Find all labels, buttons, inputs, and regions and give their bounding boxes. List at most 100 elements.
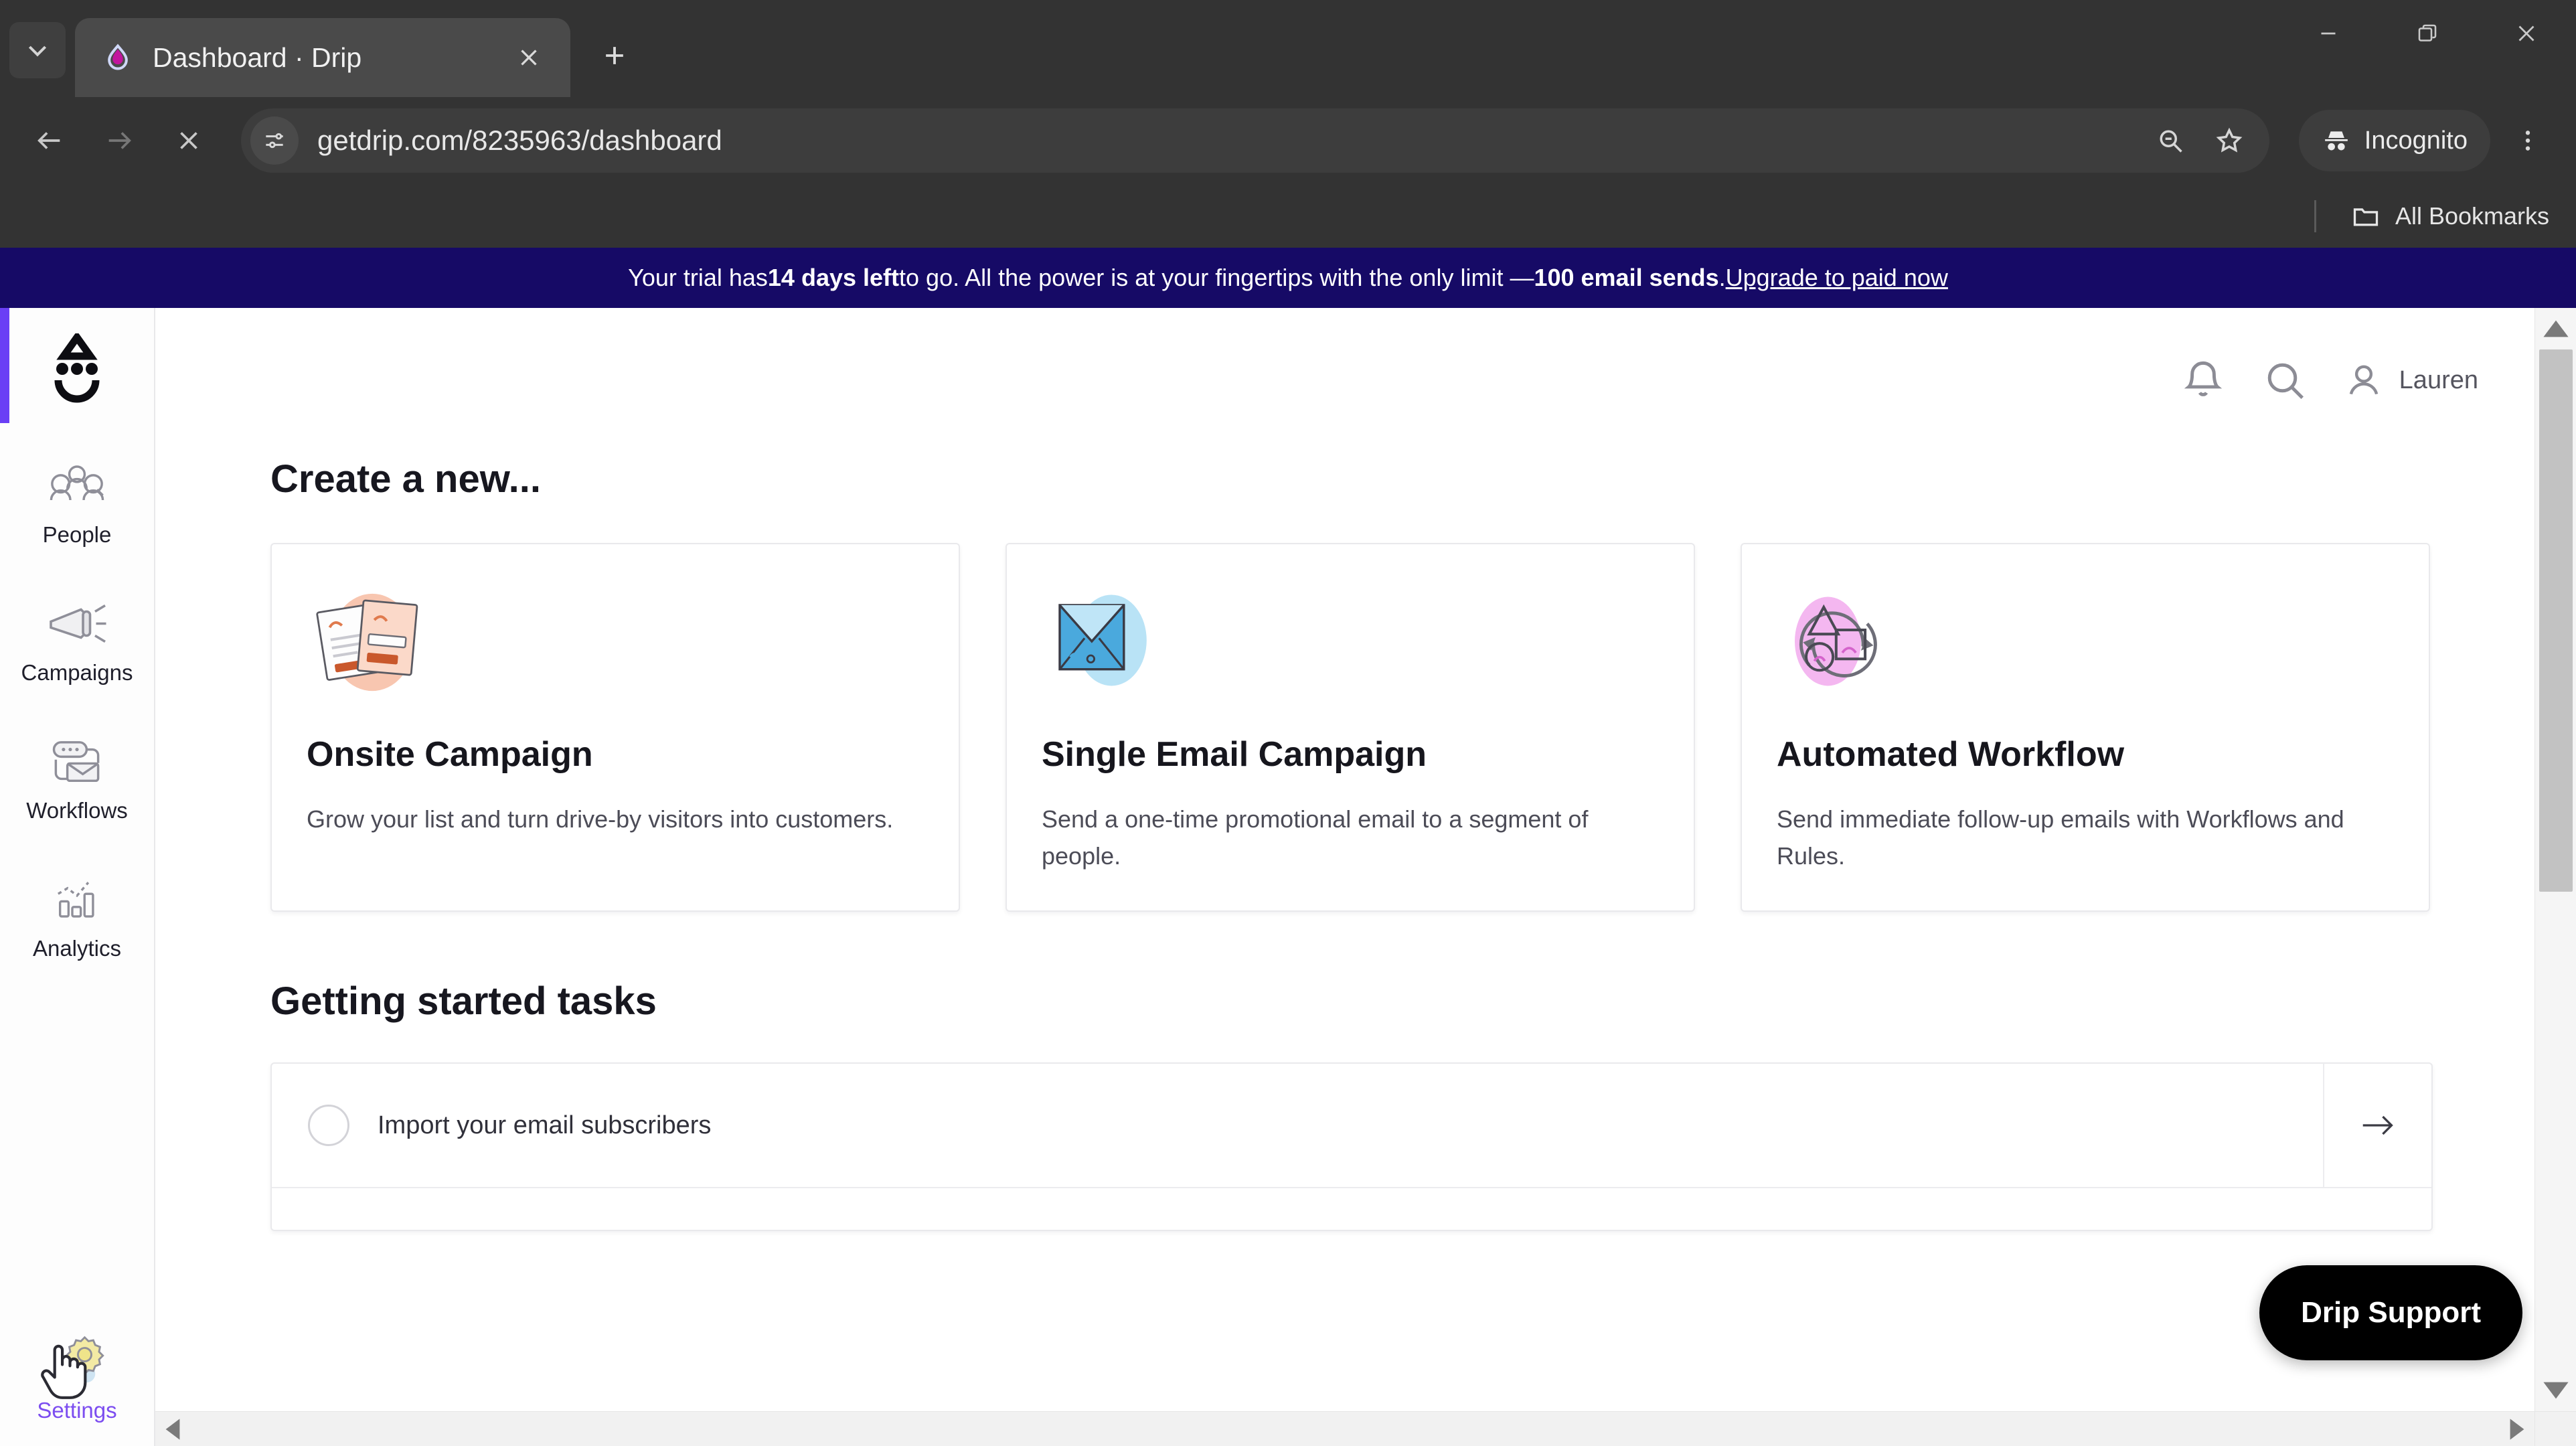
bookmarks-bar: All Bookmarks bbox=[0, 184, 2576, 248]
card-single-email-campaign[interactable]: Single Email Campaign Send a one-time pr… bbox=[1005, 543, 1695, 912]
all-bookmarks-button[interactable]: All Bookmarks bbox=[2351, 202, 2549, 231]
bell-icon bbox=[2184, 361, 2222, 396]
scrollbar-corner bbox=[2534, 1411, 2576, 1446]
folder-icon bbox=[2353, 208, 2379, 226]
bookmark-button[interactable] bbox=[2200, 111, 2259, 170]
incognito-hat-icon bbox=[2324, 131, 2348, 151]
sidebar: People Campaigns Workflows Analytics Set… bbox=[0, 308, 155, 1446]
close-icon bbox=[521, 50, 537, 66]
page-title: Create a new... bbox=[270, 457, 542, 501]
forward-button[interactable] bbox=[87, 108, 151, 173]
sidebar-item-workflows[interactable]: Workflows bbox=[0, 724, 155, 831]
card-title: Automated Workflow bbox=[1777, 735, 2125, 774]
scroll-down-button[interactable] bbox=[2535, 1370, 2576, 1411]
window-close-button[interactable] bbox=[2477, 0, 2576, 67]
account-menu[interactable]: Lauren bbox=[2343, 359, 2478, 401]
task-row[interactable]: Import your email subscribers bbox=[272, 1063, 2431, 1189]
sidebar-item-analytics[interactable]: Analytics bbox=[0, 862, 155, 969]
notifications-button[interactable] bbox=[2180, 357, 2227, 404]
card-title: Single Email Campaign bbox=[1042, 735, 1427, 774]
card-automated-workflow[interactable]: Automated Workflow Send immediate follow… bbox=[1741, 543, 2430, 912]
caret-up-icon bbox=[2543, 320, 2569, 337]
trial-days-left: 14 days left bbox=[767, 264, 900, 291]
omnibox-actions bbox=[2141, 111, 2259, 170]
task-row-partial[interactable] bbox=[272, 1188, 2431, 1230]
back-button[interactable] bbox=[17, 108, 82, 173]
tasks-heading: Getting started tasks bbox=[270, 979, 657, 1024]
close-icon bbox=[180, 132, 197, 149]
dashboard-page: Create a new... Onsite Campaign Grow you… bbox=[155, 457, 2534, 1232]
chevron-down-icon bbox=[28, 46, 47, 57]
drip-app: People Campaigns Workflows Analytics Set… bbox=[0, 308, 2576, 1446]
search-minus-icon bbox=[2160, 130, 2182, 153]
card-description: Send immediate follow-up emails with Wor… bbox=[1777, 805, 2344, 870]
minimize-button[interactable] bbox=[2279, 0, 2378, 67]
single-email-icon bbox=[1042, 584, 1169, 698]
star-icon bbox=[2216, 127, 2243, 153]
task-label: Import your email subscribers bbox=[378, 1111, 712, 1139]
card-onsite-campaign[interactable]: Onsite Campaign Grow your list and turn … bbox=[270, 543, 960, 912]
upgrade-link[interactable]: Upgrade to paid now bbox=[1726, 264, 1948, 292]
sidebar-item-campaigns[interactable]: Campaigns bbox=[0, 586, 155, 694]
browser-menu-button[interactable] bbox=[2497, 110, 2559, 171]
scroll-left-button[interactable] bbox=[155, 1412, 190, 1446]
tab-title: Dashboard · Drip bbox=[153, 42, 362, 73]
stop-loading-button[interactable] bbox=[157, 108, 221, 173]
people-icon bbox=[45, 459, 109, 514]
tab-search-button[interactable] bbox=[9, 22, 66, 78]
card-description: Grow your list and turn drive-by visitor… bbox=[307, 805, 894, 833]
automated-workflow-icon bbox=[1777, 584, 1904, 698]
sidebar-item-people[interactable]: People bbox=[0, 449, 155, 556]
incognito-label: Incognito bbox=[2364, 126, 2468, 155]
trial-text-after: . bbox=[1718, 264, 1726, 291]
new-tab-button[interactable] bbox=[588, 29, 641, 82]
scroll-up-button[interactable] bbox=[2535, 308, 2576, 349]
caret-down-icon bbox=[2543, 1382, 2569, 1399]
three-dots-vertical-icon bbox=[2525, 131, 2530, 151]
site-settings-button[interactable] bbox=[250, 116, 299, 165]
task-checkbox[interactable] bbox=[308, 1105, 349, 1147]
plus-icon bbox=[606, 47, 623, 64]
megaphone-icon bbox=[45, 597, 109, 652]
maximize-button[interactable] bbox=[2378, 0, 2477, 67]
arrow-right-icon bbox=[108, 132, 131, 149]
sidebar-item-label: Settings bbox=[37, 1398, 117, 1423]
sidebar-item-settings[interactable]: Settings bbox=[0, 1324, 155, 1431]
minimize-icon bbox=[2321, 32, 2336, 35]
address-bar[interactable]: getdrip.com/8235963/dashboard bbox=[241, 108, 2269, 173]
vertical-scrollbar[interactable] bbox=[2534, 308, 2576, 1411]
sidebar-item-label: Workflows bbox=[26, 798, 128, 823]
all-bookmarks-label: All Bookmarks bbox=[2395, 202, 2549, 230]
tab-close-button[interactable] bbox=[507, 36, 550, 79]
search-button[interactable] bbox=[2261, 357, 2308, 404]
onsite-campaign-icon bbox=[307, 584, 434, 698]
main-content: Lauren Create a new... Onsite Campaign G… bbox=[155, 308, 2576, 1446]
user-avatar-icon bbox=[2349, 365, 2378, 395]
url-text[interactable]: getdrip.com/8235963/dashboard bbox=[317, 125, 2141, 157]
incognito-indicator[interactable]: Incognito bbox=[2298, 110, 2490, 171]
drip-logo[interactable] bbox=[40, 333, 114, 407]
search-icon bbox=[2267, 363, 2304, 400]
task-go-button[interactable] bbox=[2324, 1112, 2431, 1139]
browser-tab[interactable]: Dashboard · Drip bbox=[75, 18, 570, 97]
trial-text-prefix: Your trial has bbox=[628, 264, 768, 291]
arrow-left-icon bbox=[37, 132, 60, 149]
content-scroll-area: Lauren Create a new... Onsite Campaign G… bbox=[155, 308, 2534, 1411]
drip-droplet-favicon bbox=[103, 43, 133, 72]
horizontal-scrollbar[interactable] bbox=[155, 1411, 2534, 1446]
sidebar-item-label: People bbox=[42, 522, 112, 547]
bookmarks-divider bbox=[2314, 199, 2316, 232]
restore-icon bbox=[2418, 24, 2437, 42]
workflow-icon bbox=[45, 735, 109, 790]
gear-hand-icon bbox=[45, 1335, 109, 1390]
zoom-button[interactable] bbox=[2141, 111, 2200, 170]
trial-text-middle: to go. All the power is at your fingerti… bbox=[899, 264, 1534, 291]
scroll-right-button[interactable] bbox=[2500, 1412, 2534, 1446]
vertical-scrollbar-thumb[interactable] bbox=[2539, 349, 2573, 892]
drip-logo-icon bbox=[54, 333, 100, 403]
sidebar-item-label: Campaigns bbox=[21, 660, 133, 685]
tab-strip: Dashboard · Drip bbox=[0, 0, 2576, 97]
drip-support-button[interactable]: Drip Support bbox=[2259, 1265, 2522, 1360]
card-title: Onsite Campaign bbox=[307, 735, 593, 774]
browser-window: Dashboard · Drip getdrip.com/8235963/das… bbox=[0, 0, 2576, 1446]
